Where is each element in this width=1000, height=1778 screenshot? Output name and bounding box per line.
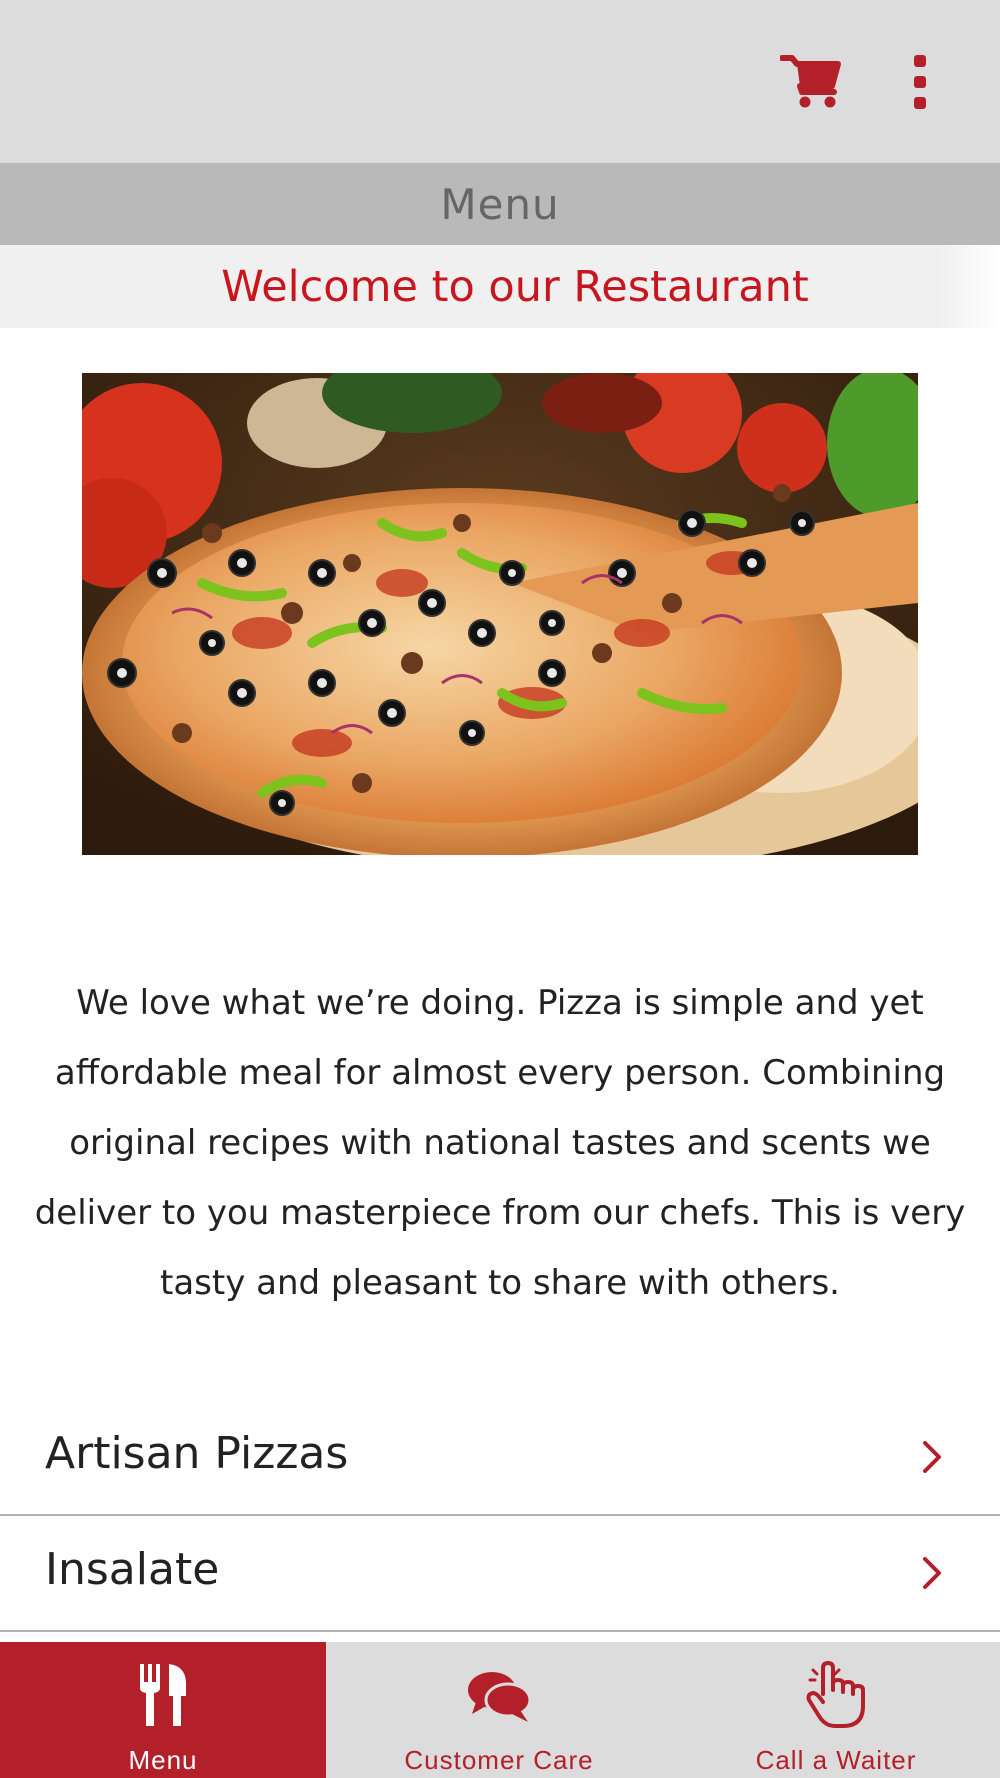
- welcome-text: Welcome to our Restaurant: [221, 261, 809, 312]
- more-vertical-icon[interactable]: [900, 52, 940, 112]
- tab-call-waiter[interactable]: Call a Waiter: [672, 1642, 1000, 1778]
- category-label: Artisan Pizzas: [45, 1428, 349, 1479]
- restaurant-app: Menu Welcome to our Restaurant We love w…: [0, 0, 1000, 1778]
- pizza-photo: [82, 373, 918, 855]
- chevron-right-icon: [923, 1441, 941, 1473]
- category-item-artisan-pizzas[interactable]: Artisan Pizzas: [0, 1400, 1000, 1516]
- shopping-cart-icon[interactable]: [779, 54, 842, 110]
- restaurant-description: We love what we’re doing. Pizza is simpl…: [34, 983, 966, 1303]
- chevron-right-icon: [923, 1557, 941, 1589]
- welcome-banner: Welcome to our Restaurant: [0, 245, 1000, 328]
- top-app-bar: [0, 0, 1000, 163]
- pointing-hand-icon: [806, 1661, 865, 1728]
- tab-menu[interactable]: Menu: [0, 1642, 326, 1778]
- chat-bubbles-icon: [468, 1672, 532, 1722]
- page-title: Menu: [440, 179, 560, 229]
- tab-customer-care[interactable]: Customer Care: [326, 1642, 672, 1778]
- tab-label: Call a Waiter: [755, 1745, 917, 1775]
- tab-label: Menu: [128, 1745, 198, 1775]
- category-item-insalate[interactable]: Insalate: [0, 1516, 1000, 1632]
- section-title-bar: Menu: [0, 163, 1000, 245]
- tab-label: Customer Care: [404, 1745, 594, 1775]
- bottom-tab-bar: Menu Customer Care Call a Waiter: [0, 1642, 1000, 1778]
- fork-knife-icon: [140, 1664, 186, 1726]
- category-list: Artisan Pizzas Insalate: [0, 1400, 1000, 1632]
- category-label: Insalate: [45, 1544, 220, 1595]
